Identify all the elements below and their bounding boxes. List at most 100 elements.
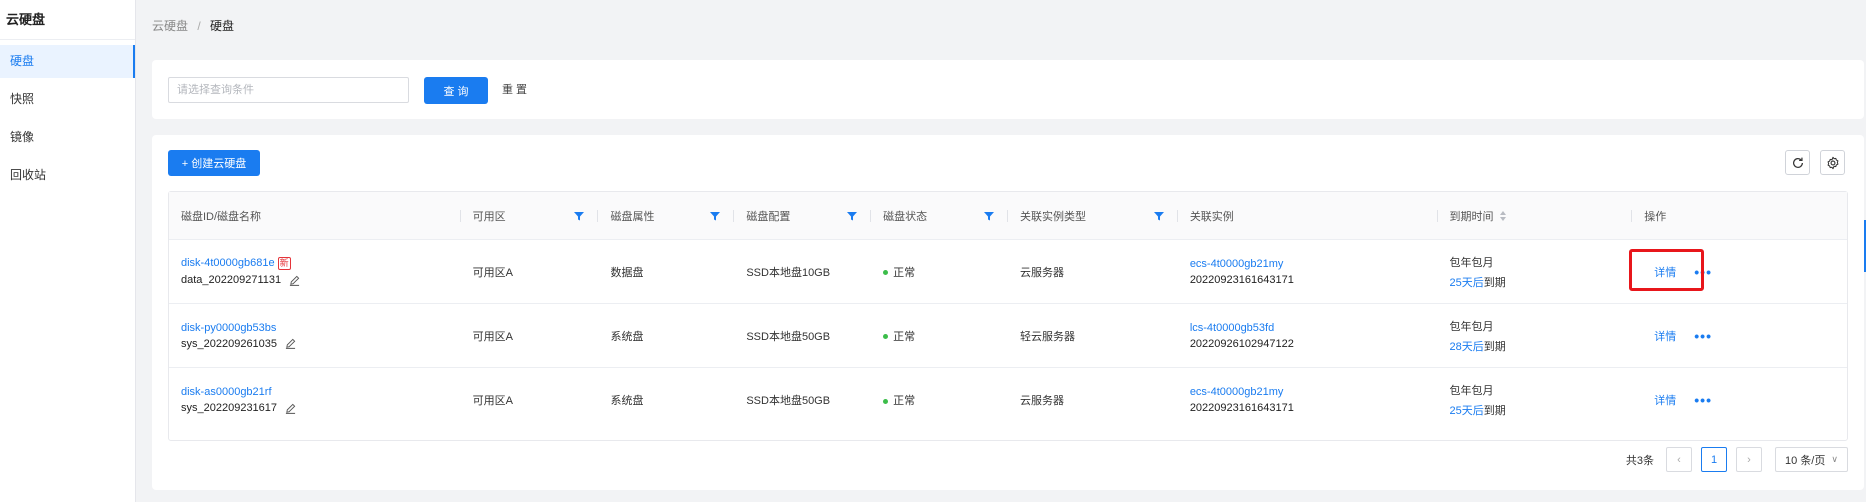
next-page-button[interactable]: › [1736, 447, 1762, 472]
table-row: disk-py0000gb53bs sys_202209261035 可用区A … [169, 304, 1847, 368]
header-instance-type: 关联实例类型 [1008, 192, 1178, 239]
header-label: 到期时间 [1449, 210, 1494, 223]
edit-icon[interactable] [289, 275, 300, 286]
cell-status: 正常 [871, 240, 1008, 303]
cell-expire: 包年包月 25天后到期 [1438, 368, 1633, 432]
cell-attribute: 系统盘 [610, 395, 644, 407]
expire-suffix: 到期 [1483, 340, 1506, 353]
breadcrumb-parent[interactable]: 云硬盘 [152, 19, 188, 33]
page-button[interactable]: 1 [1701, 447, 1727, 472]
status-dot-icon [883, 270, 889, 276]
chevron-left-icon: ‹ [1677, 453, 1681, 466]
billing-type: 包年包月 [1449, 385, 1494, 397]
settings-button[interactable] [1820, 150, 1845, 175]
filter-icon[interactable] [574, 211, 585, 221]
cell-disk-id: disk-py0000gb53bs sys_202209261035 [169, 304, 461, 367]
detail-link[interactable]: 详情 [1654, 328, 1676, 344]
header-label: 磁盘配置 [746, 210, 791, 223]
table-row: disk-as0000gb21rf sys_202209231617 可用区A … [169, 368, 1847, 432]
status-dot-icon [883, 398, 889, 404]
reset-button[interactable]: 重 置 [502, 77, 527, 104]
refresh-button[interactable] [1785, 150, 1810, 175]
cell-expire: 包年包月 25天后到期 [1438, 240, 1633, 303]
header-instance: 关联实例 [1178, 192, 1438, 239]
header-label: 可用区 [472, 210, 506, 223]
instance-link[interactable]: ecs-4t0000gb21my [1190, 258, 1438, 270]
header-config: 磁盘配置 [734, 192, 872, 239]
header-label: 磁盘属性 [610, 210, 655, 223]
detail-link[interactable]: 详情 [1654, 264, 1676, 280]
cell-config: SSD本地盘50GB [746, 330, 831, 343]
cell-instance-type: 云服务器 [1020, 266, 1065, 279]
sidebar-title: 云硬盘 [0, 0, 135, 40]
status-text: 正常 [893, 266, 916, 279]
filter-icon[interactable] [847, 211, 858, 221]
breadcrumb: 云硬盘 / 硬盘 [152, 17, 234, 34]
page-size-value: 10 条/页 [1785, 454, 1826, 467]
disk-id-link[interactable]: disk-4t0000gb681e [181, 257, 275, 269]
cell-status: 正常 [871, 304, 1008, 367]
disk-id-link[interactable]: disk-as0000gb21rf [181, 386, 272, 398]
cell-actions: 详情 ••• [1632, 240, 1847, 303]
more-icon[interactable]: ••• [1694, 264, 1712, 280]
instance-link[interactable]: lcs-4t0000gb53fd [1190, 322, 1438, 334]
disk-table: 磁盘ID/磁盘名称 可用区 磁盘属性 磁盘配置 磁盘状态 关联实例类型 关联实例… [168, 191, 1848, 441]
edit-icon[interactable] [285, 338, 296, 349]
sidebar: 云硬盘 硬盘 快照 镜像 回收站 [0, 0, 136, 502]
instance-sub: 20220923161643171 [1189, 402, 1294, 414]
status-text: 正常 [893, 395, 916, 407]
header-attribute: 磁盘属性 [598, 192, 735, 239]
cell-actions: 详情 ••• [1632, 304, 1847, 367]
status-dot-icon [883, 334, 889, 340]
disk-id-link[interactable]: disk-py0000gb53bs [181, 322, 276, 334]
header-disk-id: 磁盘ID/磁盘名称 [169, 192, 461, 239]
chevron-right-icon: › [1747, 453, 1751, 466]
cell-attribute: 系统盘 [610, 330, 644, 343]
cell-disk-id: disk-as0000gb21rf sys_202209231617 [169, 368, 461, 432]
header-status: 磁盘状态 [871, 192, 1008, 239]
disk-list-panel: + 创建云硬盘 磁盘ID/磁盘名称 可用区 磁盘属性 磁盘配置 磁盘状态 关联实… [152, 135, 1864, 490]
detail-link[interactable]: 详情 [1654, 392, 1676, 408]
sidebar-item-snapshot[interactable]: 快照 [0, 83, 135, 116]
cell-instance: ecs-4t0000gb21my 20220923161643171 [1178, 240, 1438, 303]
cell-zone: 可用区A [472, 266, 513, 279]
search-panel: 查 询 重 置 [152, 60, 1864, 119]
sort-icon[interactable] [1499, 210, 1506, 221]
cell-config: SSD本地盘50GB [746, 395, 831, 407]
page-size-select[interactable]: 10 条/页 ∨ [1775, 447, 1848, 472]
cell-instance: ecs-4t0000gb21my 20220923161643171 [1178, 368, 1438, 432]
more-icon[interactable]: ••• [1694, 328, 1712, 344]
query-button[interactable]: 查 询 [424, 77, 488, 104]
search-input[interactable] [168, 77, 409, 103]
refresh-icon [1792, 157, 1803, 168]
pagination: 共3条 ‹ 1 › 10 条/页 ∨ [1626, 447, 1848, 472]
filter-icon[interactable] [1153, 211, 1164, 221]
create-disk-button[interactable]: + 创建云硬盘 [168, 150, 260, 176]
more-icon[interactable]: ••• [1694, 392, 1712, 408]
cell-instance-type: 轻云服务器 [1020, 330, 1076, 343]
instance-link[interactable]: ecs-4t0000gb21my [1190, 386, 1438, 398]
cell-instance-type: 云服务器 [1020, 395, 1065, 407]
sidebar-item-recycle-bin[interactable]: 回收站 [0, 159, 135, 192]
disk-name: sys_202209261035 [181, 337, 278, 350]
cell-zone: 可用区A [472, 395, 513, 407]
sidebar-item-image[interactable]: 镜像 [0, 121, 135, 154]
prev-page-button[interactable]: ‹ [1666, 447, 1692, 472]
days-left: 25天后 [1449, 276, 1484, 289]
filter-icon[interactable] [710, 211, 721, 221]
total-count: 共3条 [1625, 454, 1654, 467]
cell-attribute: 数据盘 [610, 266, 644, 279]
sidebar-item-disk[interactable]: 硬盘 [0, 45, 135, 78]
edit-icon[interactable] [285, 403, 296, 414]
disk-name: sys_202209231617 [181, 402, 278, 414]
filter-icon[interactable] [984, 211, 995, 221]
header-label: 关联实例 [1189, 210, 1234, 223]
status-text: 正常 [893, 330, 916, 343]
cell-status: 正常 [871, 368, 1008, 432]
new-badge: 新 [277, 257, 291, 270]
cell-config: SSD本地盘10GB [746, 266, 831, 279]
header-label: 操作 [1644, 210, 1667, 223]
header-actions: 操作 [1632, 192, 1847, 239]
header-label: 磁盘ID/磁盘名称 [181, 210, 262, 223]
header-label: 关联实例类型 [1020, 210, 1087, 223]
